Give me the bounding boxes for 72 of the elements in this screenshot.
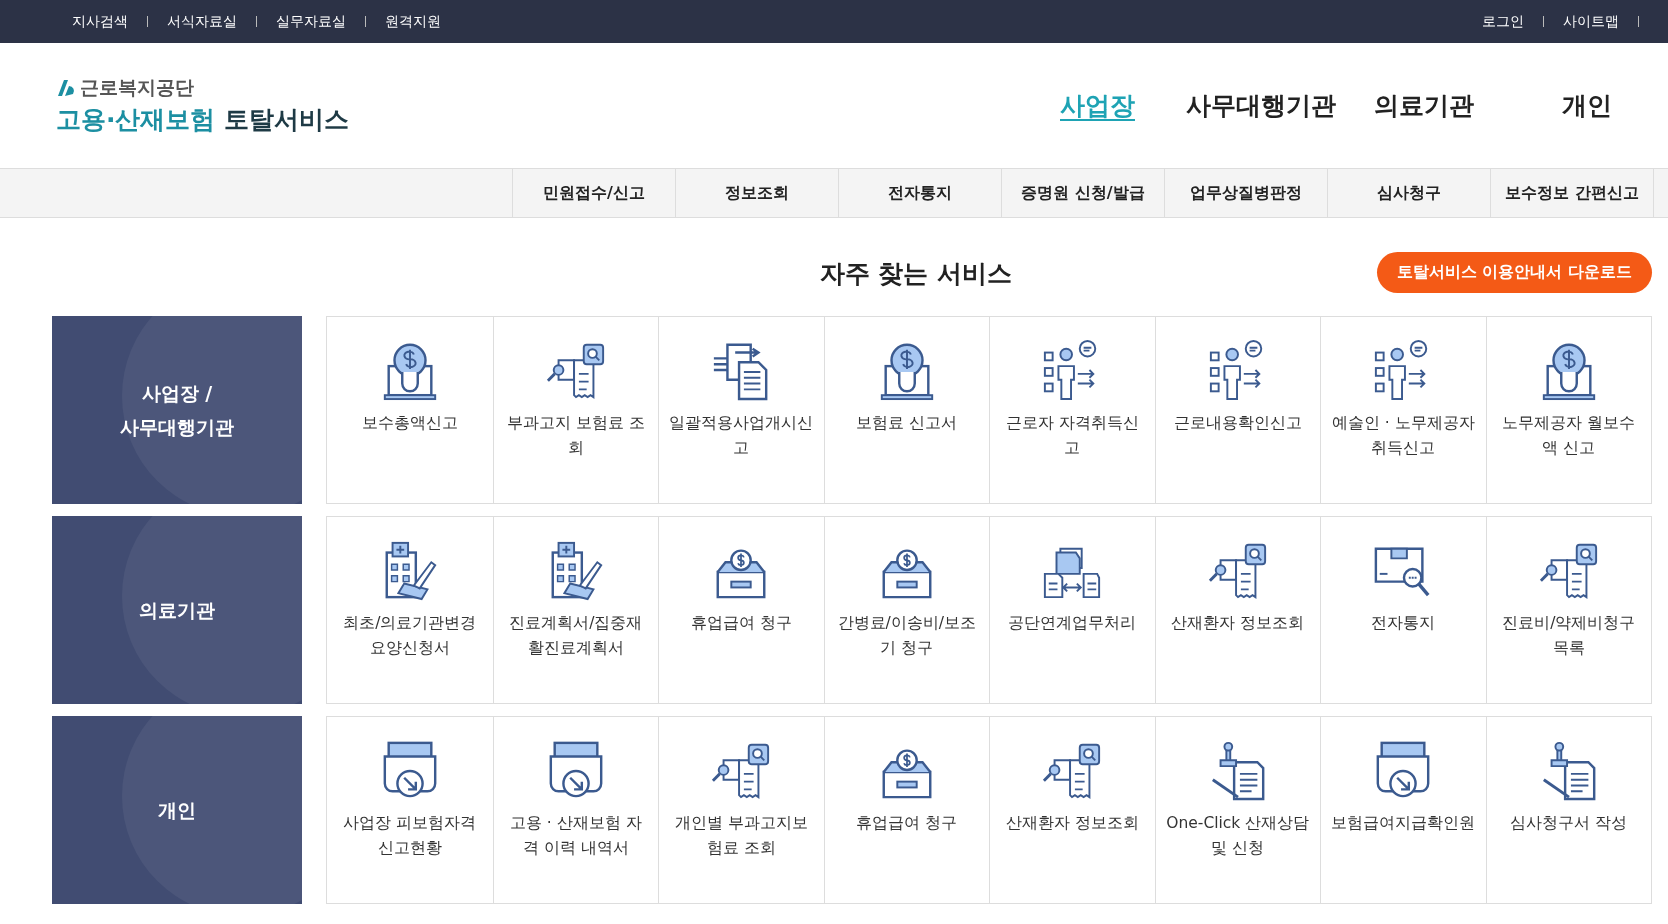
- service-tile[interactable]: 전자통지: [1320, 517, 1486, 703]
- service-label: 보험급여지급확인원: [1330, 813, 1477, 834]
- sub-nav-item[interactable]: 업무상질병판정: [1164, 169, 1327, 217]
- service-label: 산재환자 정보조회: [1004, 813, 1140, 834]
- main-nav-tab[interactable]: 사무대행기관: [1179, 89, 1342, 122]
- sub-nav-item[interactable]: 심사청구: [1327, 169, 1490, 217]
- category-label: 의료기관: [139, 597, 215, 623]
- service-label: 공단연계업무처리: [1007, 613, 1138, 634]
- service-tile[interactable]: 사업장 피보험자격 신고현황: [327, 717, 493, 903]
- service-tile[interactable]: 진료비/약제비청구목록: [1485, 517, 1651, 703]
- service-tile[interactable]: 간병료/이송비/보조기 청구: [823, 517, 989, 703]
- utility-link[interactable]: 사이트맵: [1563, 12, 1619, 31]
- service-tile[interactable]: 산재환자 정보조회: [989, 717, 1155, 903]
- main-nav-tab[interactable]: 의료기관: [1342, 89, 1505, 122]
- service-tile[interactable]: 보수총액신고: [327, 317, 493, 503]
- service-tile[interactable]: 휴업급여 청구: [823, 717, 989, 903]
- category-label: 사업장 / 사무대행기관: [119, 380, 235, 440]
- service-label: 진료비/약제비청구목록: [1501, 613, 1637, 659]
- service-tile[interactable]: 최초/의료기관변경요양신청서: [327, 517, 493, 703]
- service-label: 부과고지 보험료 조회: [505, 413, 646, 459]
- sub-nav-item[interactable]: 전자통지: [838, 169, 1001, 217]
- service-label: 노무제공자 월보수액 신고: [1501, 413, 1637, 459]
- sub-nav-item[interactable]: 민원접수/신고: [512, 169, 675, 217]
- service-tile[interactable]: 일괄적용사업개시신고: [658, 317, 824, 503]
- service-label: 간병료/이송비/보조기 청구: [836, 613, 977, 659]
- service-label: 예술인 · 노무제공자 취득신고: [1330, 413, 1476, 459]
- service-tile[interactable]: 진료계획서/집중재활진료계획서: [492, 517, 658, 703]
- service-tile[interactable]: 공단연계업무처리: [989, 517, 1155, 703]
- service-tile[interactable]: 보험급여지급확인원: [1320, 717, 1486, 903]
- service-label: 휴업급여 청구: [855, 813, 959, 834]
- service-label: 심사청구서 작성: [1509, 813, 1629, 834]
- service-label: 진료계획서/집중재활진료계획서: [508, 613, 644, 659]
- section-title: 자주 찾는 서비스: [819, 257, 1013, 290]
- service-tile[interactable]: 근로자 자격취득신고: [989, 317, 1155, 503]
- service-tile[interactable]: One-Click 산재상담 및 신청: [1154, 717, 1320, 903]
- service-label: 전자통지: [1370, 613, 1437, 634]
- sub-nav-item[interactable]: 보수정보 간편신고: [1490, 169, 1654, 217]
- service-label: 산재환자 정보조회: [1170, 613, 1306, 634]
- service-label: 휴업급여 청구: [689, 613, 793, 634]
- logo-icon: [56, 78, 76, 98]
- utility-link[interactable]: 로그인: [1482, 12, 1524, 31]
- service-label: 일괄적용사업개시신고: [668, 413, 815, 459]
- service-label: 보수총액신고: [360, 413, 459, 434]
- organization-name: 근로복지공단: [80, 75, 194, 100]
- service-tile[interactable]: 고용 · 산재보험 자격 이력 내역서: [492, 717, 658, 903]
- utility-link[interactable]: 원격지원: [385, 12, 441, 31]
- sub-nav-item[interactable]: 정보조회: [675, 169, 838, 217]
- utility-link[interactable]: 지사검색: [72, 12, 128, 31]
- utility-link[interactable]: 서식자료실: [167, 12, 237, 31]
- service-tile[interactable]: 휴업급여 청구: [658, 517, 824, 703]
- service-tile[interactable]: 노무제공자 월보수액 신고: [1485, 317, 1651, 503]
- service-tile[interactable]: 부과고지 보험료 조회: [492, 317, 658, 503]
- service-tile[interactable]: 근로내용확인신고: [1154, 317, 1320, 503]
- service-tile[interactable]: 보험료 신고서: [823, 317, 989, 503]
- service-label: 근로내용확인신고: [1172, 413, 1303, 434]
- utility-link[interactable]: 실무자료실: [276, 12, 346, 31]
- service-tile[interactable]: 예술인 · 노무제공자 취득신고: [1320, 317, 1486, 503]
- main-nav-tab[interactable]: 개인: [1505, 89, 1668, 122]
- sub-nav-item[interactable]: 증명원 신청/발급: [1001, 169, 1164, 217]
- service-tile[interactable]: 산재환자 정보조회: [1154, 517, 1320, 703]
- service-label: 개인별 부과고지보험료 조회: [673, 813, 809, 859]
- service-label: 근로자 자격취득신고: [1004, 413, 1140, 459]
- logo-subtitle: 토탈서비스: [223, 104, 349, 136]
- service-label: 보험료 신고서: [855, 413, 959, 434]
- service-label: One-Click 산재상담 및 신청: [1165, 813, 1311, 859]
- category-label: 개인: [158, 797, 196, 823]
- service-tile[interactable]: 개인별 부과고지보험료 조회: [658, 717, 824, 903]
- service-label: 사업장 피보험자격 신고현황: [342, 813, 478, 859]
- service-label: 고용 · 산재보험 자격 이력 내역서: [508, 813, 643, 859]
- service-label: 최초/의료기관변경요양신청서: [342, 613, 478, 659]
- logo-title: 고용·산재보험: [56, 104, 216, 136]
- service-tile[interactable]: 심사청구서 작성: [1485, 717, 1651, 903]
